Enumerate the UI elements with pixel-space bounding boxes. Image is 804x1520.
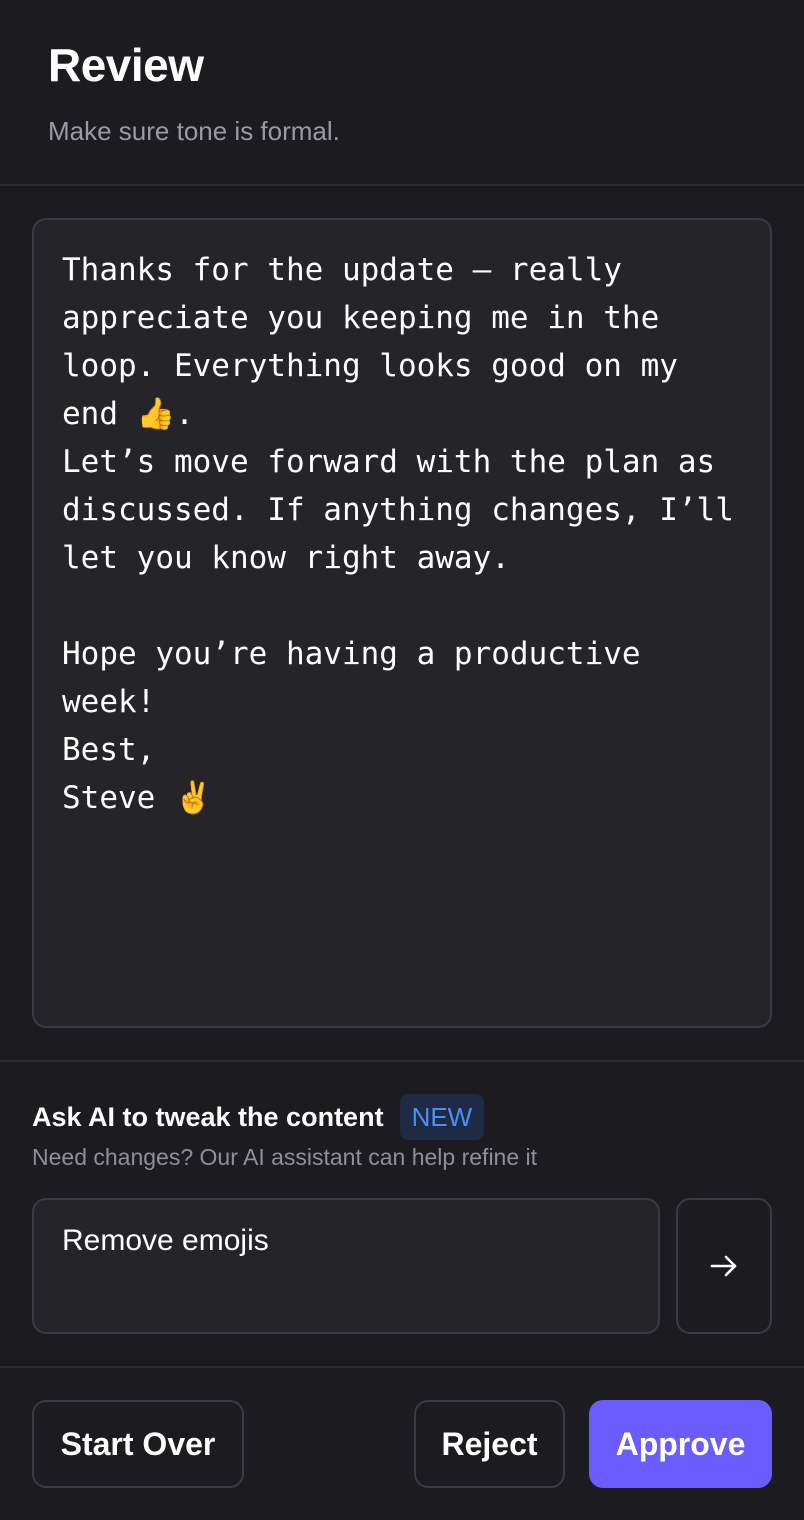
content-editor[interactable]: Thanks for the update — really appreciat… xyxy=(32,218,772,1028)
footer-divider xyxy=(0,1366,804,1368)
page-title: Review xyxy=(48,39,204,91)
review-panel: Review Make sure tone is formal. Thanks … xyxy=(0,0,804,1520)
page-subtitle: Make sure tone is formal. xyxy=(48,116,340,146)
ai-prompt-input[interactable]: Remove emojis xyxy=(32,1198,660,1334)
ai-section-title: Ask AI to tweak the content xyxy=(32,1101,384,1132)
send-prompt-button[interactable] xyxy=(676,1198,772,1334)
approve-button[interactable]: Approve xyxy=(589,1400,772,1488)
arrow-right-icon xyxy=(710,1255,737,1277)
review-header: Review Make sure tone is formal. xyxy=(0,0,804,186)
new-badge: NEW xyxy=(399,1094,485,1140)
reject-button[interactable]: Reject xyxy=(414,1400,565,1488)
ai-section-heading: Ask AI to tweak the content NEW xyxy=(32,1094,485,1140)
start-over-button[interactable]: Start Over xyxy=(32,1400,244,1488)
ai-section-description: Need changes? Our AI assistant can help … xyxy=(32,1144,538,1170)
section-divider xyxy=(0,1060,804,1062)
